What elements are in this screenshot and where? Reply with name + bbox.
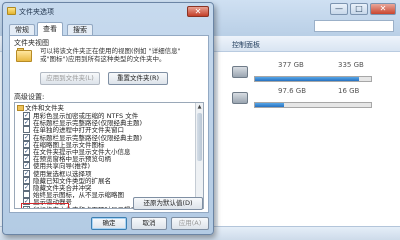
setting-checkbox[interactable]: ✓	[23, 176, 30, 184]
drive-icon	[232, 92, 248, 104]
drive-usage-fill	[255, 77, 360, 81]
reset-folders-button[interactable]: 重置文件夹(R)	[108, 72, 168, 85]
setting-checkbox[interactable]: ✓	[23, 119, 30, 127]
highlight-annotation	[21, 203, 69, 208]
advanced-settings-label: 高级设置:	[14, 93, 45, 101]
setting-checkbox[interactable]: ✓	[23, 148, 30, 155]
setting-checkbox[interactable]: ✓	[23, 140, 30, 148]
setting-checkbox[interactable]: ✓	[23, 155, 30, 163]
setting-checkbox[interactable]: ✓	[23, 162, 30, 170]
dialog-titlebar[interactable]: 文件夹选项 ✕	[3, 3, 213, 21]
ok-button[interactable]: 确定	[91, 217, 127, 230]
setting-checkbox[interactable]	[23, 191, 30, 199]
tree-root-label: 文件和文件夹	[25, 104, 64, 112]
folder-icon	[16, 48, 32, 62]
drive-item[interactable]: 377 GB 335 GB	[232, 61, 392, 86]
folder-icon	[17, 105, 24, 111]
view-tab-panel: 文件夹视图 可以将该文件夹正在使用的视图(例如 "详细信息" 或"图标")应用到…	[9, 35, 209, 213]
tab-view[interactable]: 查看	[37, 22, 63, 36]
folder-view-description: 可以将该文件夹正在使用的视图(例如 "详细信息" 或"图标")应用到所有这种类型…	[40, 47, 204, 63]
drive-usage-fill	[255, 103, 284, 107]
search-input[interactable]	[314, 20, 394, 32]
minimize-button[interactable]: —	[330, 3, 348, 15]
scroll-up-icon[interactable]: ▲	[196, 103, 203, 111]
explorer-window-buttons: — □ ✕	[330, 3, 396, 15]
drive-usage-bar	[254, 76, 372, 82]
restore-defaults-button[interactable]: 还原为默认值(D)	[133, 197, 203, 210]
description-line: 或"图标")应用到所有这种类型的文件夹中。	[40, 55, 166, 63]
folder-icon	[7, 7, 16, 15]
tree-root-files-and-folders: 文件和文件夹	[15, 104, 195, 112]
drive-free-size: 377 GB	[278, 61, 304, 69]
drive-total-size: 335 GB	[338, 61, 364, 69]
maximize-button[interactable]: □	[350, 3, 368, 15]
apply-to-folders-button[interactable]: 应用到文件夹(L)	[40, 72, 100, 85]
control-panel-button[interactable]: 控制面板	[232, 40, 260, 50]
setting-checkbox[interactable]: ✓	[23, 112, 30, 119]
tab-bar: 常规 查看 搜索	[9, 22, 209, 36]
advanced-settings-list[interactable]: 文件和文件夹 ✓ 用彩色显示加密或压缩的 NTFS 文件 ✓ 在标题栏显示完整路径(仅…	[14, 102, 204, 209]
drive-item[interactable]: 97.6 GB 16 GB	[232, 87, 392, 112]
setting-checkbox[interactable]: ✓	[23, 184, 30, 191]
setting-checkbox[interactable]	[23, 126, 30, 134]
setting-checkbox[interactable]: ✓	[23, 169, 30, 177]
close-button[interactable]: ✕	[187, 6, 209, 17]
scrollbar-thumb[interactable]	[197, 113, 202, 161]
drive-icon	[232, 66, 248, 78]
cancel-button[interactable]: 取消	[131, 217, 167, 230]
drive-total-size: 16 GB	[338, 87, 360, 95]
folder-options-dialog: 文件夹选项 ✕ 常规 查看 搜索 文件夹视图 可以将该文件夹正在使用的视图(例如…	[2, 2, 214, 235]
description-line: 可以将该文件夹正在使用的视图(例如 "详细信息"	[40, 47, 181, 55]
setting-checkbox[interactable]: ✓	[23, 133, 30, 141]
scrollbar[interactable]: ▲ ▼	[195, 103, 203, 208]
drive-free-size: 97.6 GB	[278, 87, 307, 95]
drive-usage-bar	[254, 102, 372, 108]
dialog-title: 文件夹选项	[19, 8, 54, 16]
explorer-close-button[interactable]: ✕	[370, 3, 396, 15]
apply-button[interactable]: 应用(A)	[171, 217, 209, 230]
